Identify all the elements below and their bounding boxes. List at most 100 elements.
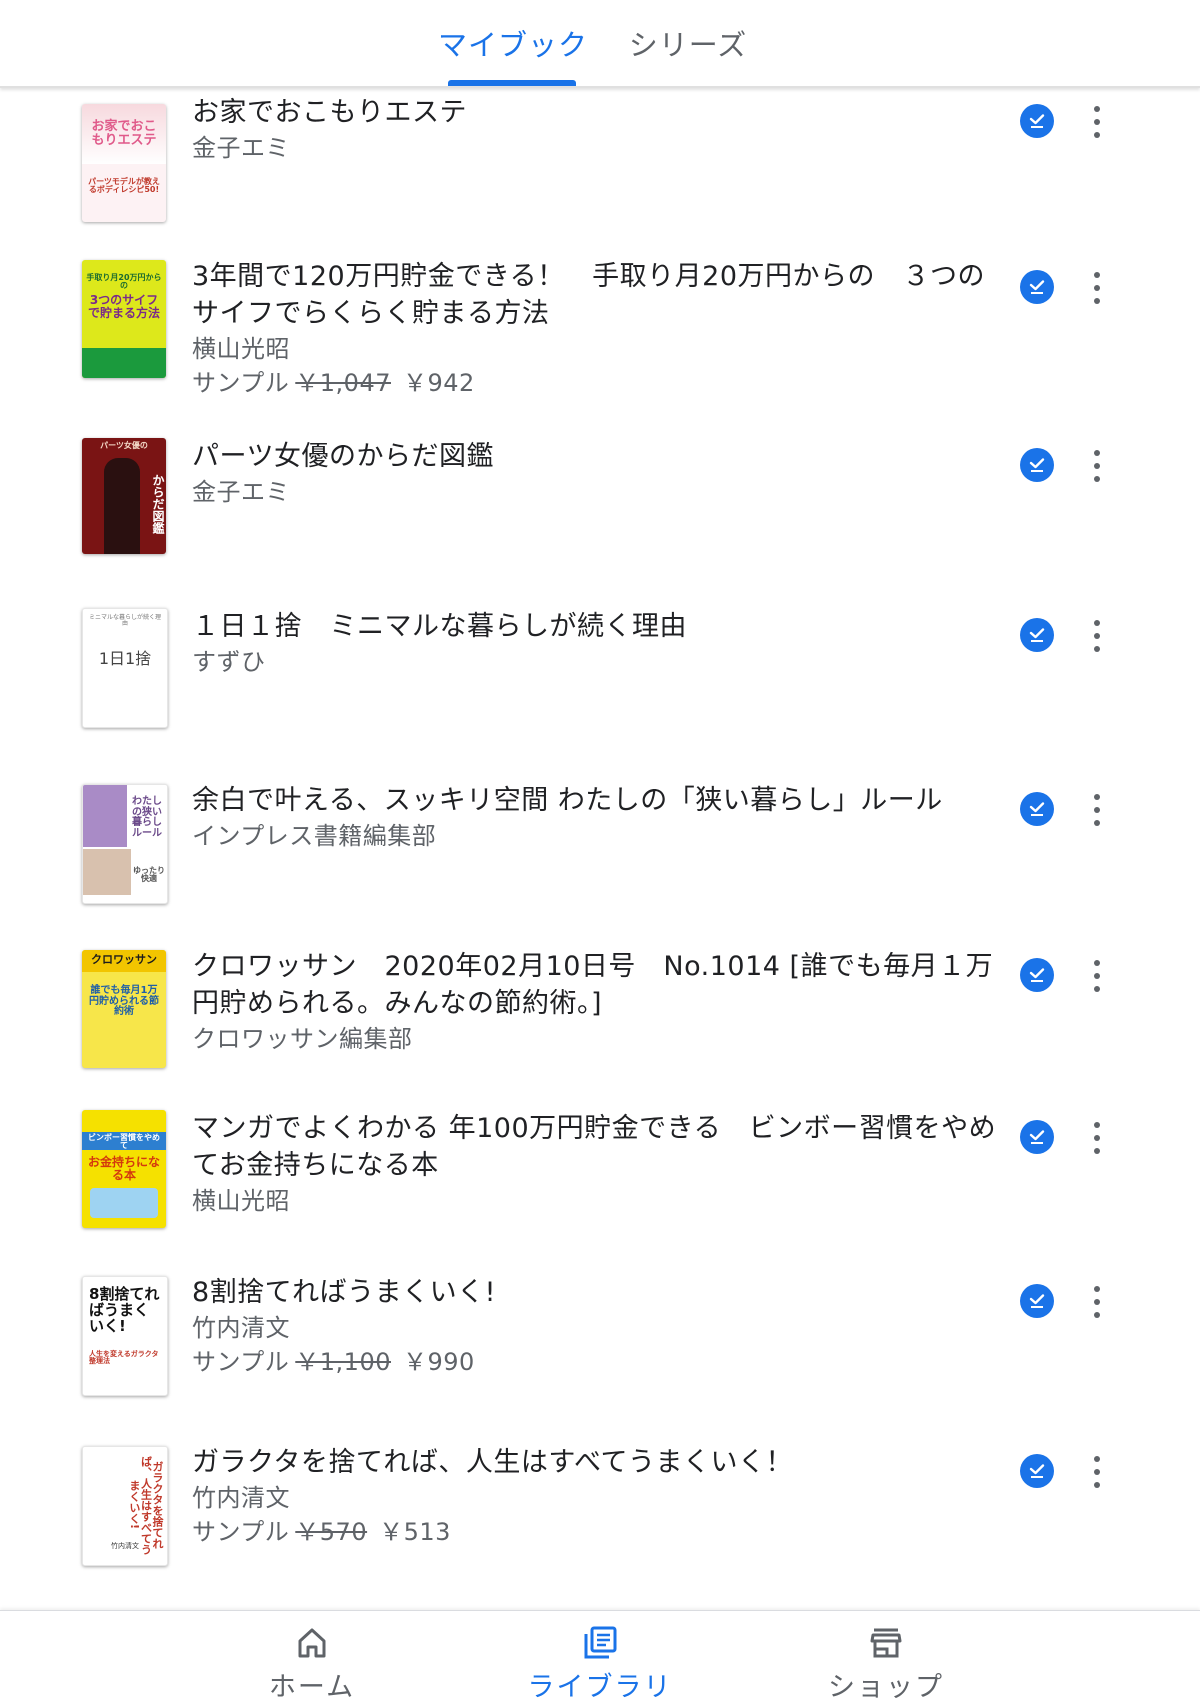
more-options-icon[interactable]: [1082, 446, 1112, 486]
price-row: サンプル ￥1,100 ￥990: [192, 1345, 1012, 1379]
downloaded-check-icon: [1020, 448, 1054, 482]
more-options-icon[interactable]: [1082, 1118, 1112, 1158]
bottom-navigation: ホーム ライブラリ ショップ: [0, 1610, 1200, 1705]
top-tab-bar: マイブック シリーズ: [0, 0, 1200, 88]
sample-label[interactable]: サンプル: [192, 369, 289, 397]
book-cover[interactable]: ミニマルな暮らしが続く理由 1日1捨: [82, 608, 168, 728]
more-options-icon[interactable]: [1082, 956, 1112, 996]
book-title[interactable]: 余白で叶える、スッキリ空間 わたしの「狭い暮らし」ルール: [192, 782, 1012, 819]
more-options-icon[interactable]: [1082, 1282, 1112, 1322]
cover-subtitle: ゆったり快適: [133, 866, 165, 884]
book-meta: 8割捨てればうまくいく! 竹内清文 サンプル ￥1,100 ￥990: [192, 1274, 1012, 1379]
tab-series[interactable]: シリーズ: [620, 0, 756, 86]
cover-title: 1日1捨: [98, 649, 152, 668]
book-cover[interactable]: ビンボー習慣をやめて お金持ちになる本: [82, 1110, 166, 1228]
cover-photo: [83, 849, 131, 895]
book-cover[interactable]: わたしの狭い暮らしルール ゆったり快適: [82, 784, 168, 904]
cover-art: [83, 785, 127, 847]
more-options-icon[interactable]: [1082, 268, 1112, 308]
book-author: すずひ: [192, 648, 266, 676]
more-options-icon[interactable]: [1082, 616, 1112, 656]
book-meta: 余白で叶える、スッキリ空間 わたしの「狭い暮らし」ルール インプレス書籍編集部: [192, 782, 1012, 853]
nav-shop-label: ショップ: [828, 1672, 944, 1703]
cover-title: 8割捨てればうまくいく!: [89, 1285, 160, 1335]
cover-subtitle: パーツモデルが教えるボディレシピ50!: [88, 177, 160, 195]
original-price: ￥1,047: [295, 369, 391, 397]
active-tab-indicator: [448, 80, 576, 86]
book-meta: 3年間で120万円貯金できる！ 手取り月20万円からの ３つのサイフでらくらく貯…: [192, 258, 1012, 400]
nav-home-label: ホーム: [268, 1672, 356, 1703]
storefront-icon: [868, 1625, 904, 1661]
cover-title: お金持ちになる本: [87, 1155, 160, 1182]
cover-subtitle: 誰でも毎月1万円貯められる節約術: [89, 985, 159, 1017]
cover-illustration: [90, 1188, 158, 1218]
nav-home[interactable]: ホーム: [212, 1611, 412, 1705]
sale-price: ￥990: [403, 1348, 475, 1376]
book-meta: マンガでよくわかる 年100万円貯金できる ビンボー習慣をやめてお金持ちになる本…: [192, 1110, 1012, 1218]
downloaded-check-icon: [1020, 618, 1054, 652]
book-author: インプレス書籍編集部: [192, 822, 437, 850]
book-title[interactable]: 8割捨てればうまくいく!: [192, 1274, 1012, 1311]
book-title[interactable]: 3年間で120万円貯金できる！ 手取り月20万円からの ３つのサイフでらくらく貯…: [192, 258, 1012, 332]
book-meta: お家でおこもりエステ 金子エミ: [192, 94, 1012, 165]
book-cover[interactable]: クロワッサン 誰でも毎月1万円貯められる節約術: [82, 950, 166, 1068]
more-options-icon[interactable]: [1082, 790, 1112, 830]
book-title[interactable]: クロワッサン 2020年02月10日号 No.1014 [誰でも毎月１万円貯めら…: [192, 948, 1012, 1022]
original-price: ￥1,100: [295, 1348, 391, 1376]
price-row: サンプル ￥570 ￥513: [192, 1515, 1012, 1549]
book-list[interactable]: お家でおこもりエステ パーツモデルが教えるボディレシピ50! お家でおこもりエス…: [0, 88, 1200, 1610]
cover-subtitle: 竹内清文: [111, 1542, 139, 1550]
book-meta: クロワッサン 2020年02月10日号 No.1014 [誰でも毎月１万円貯めら…: [192, 948, 1012, 1056]
cover-art: [82, 348, 166, 378]
downloaded-check-icon: [1020, 270, 1054, 304]
more-options-icon[interactable]: [1082, 1452, 1112, 1492]
sample-label[interactable]: サンプル: [192, 1518, 289, 1546]
book-author: 竹内清文: [192, 1484, 290, 1512]
cover-title: わたしの狭い暮らしルール: [132, 796, 162, 839]
book-author: 横山光昭: [192, 335, 290, 363]
book-author: 竹内清文: [192, 1314, 290, 1342]
book-meta: １日１捨 ミニマルな暮らしが続く理由 すずひ: [192, 608, 1012, 679]
book-cover[interactable]: ガラクタを捨てれば、人生はすべてうまくいく! 竹内清文: [82, 1446, 168, 1566]
more-options-icon[interactable]: [1082, 102, 1112, 142]
book-meta: ガラクタを捨てれば、人生はすべてうまくいく！ 竹内清文 サンプル ￥570 ￥513: [192, 1444, 1012, 1549]
home-icon: [294, 1625, 330, 1661]
downloaded-check-icon: [1020, 1454, 1054, 1488]
book-cover[interactable]: パーツ女優の からだ図鑑: [82, 438, 166, 554]
downloaded-check-icon: [1020, 104, 1054, 138]
cover-subtitle: パーツ女優の: [100, 441, 148, 450]
book-title[interactable]: パーツ女優のからだ図鑑: [192, 438, 1012, 475]
nav-library[interactable]: ライブラリ: [500, 1611, 700, 1705]
library-books-icon: [582, 1625, 618, 1661]
cover-subtitle: 人生を変えるガラクタ整理法: [89, 1350, 159, 1366]
downloaded-check-icon: [1020, 958, 1054, 992]
nav-shop[interactable]: ショップ: [786, 1611, 986, 1705]
book-meta: パーツ女優のからだ図鑑 金子エミ: [192, 438, 1012, 509]
tab-mybook[interactable]: マイブック: [438, 0, 588, 86]
downloaded-check-icon: [1020, 1284, 1054, 1318]
book-title[interactable]: ガラクタを捨てれば、人生はすべてうまくいく！: [192, 1444, 1012, 1481]
cover-subtitle: ミニマルな暮らしが続く理由: [88, 614, 161, 628]
book-cover[interactable]: 手取り月20万円からの 3つのサイフで貯まる方法: [82, 260, 166, 378]
book-author: 金子エミ: [192, 478, 290, 506]
book-author: 横山光昭: [192, 1187, 290, 1215]
sample-label[interactable]: サンプル: [192, 1348, 289, 1376]
book-title[interactable]: マンガでよくわかる 年100万円貯金できる ビンボー習慣をやめてお金持ちになる本: [192, 1110, 1012, 1184]
cover-title: クロワッサン: [91, 953, 157, 966]
nav-library-label: ライブラリ: [527, 1672, 673, 1703]
book-title[interactable]: お家でおこもりエステ: [192, 94, 1012, 131]
book-cover[interactable]: お家でおこもりエステ パーツモデルが教えるボディレシピ50!: [82, 104, 166, 222]
cover-title: 3つのサイフで貯まる方法: [87, 293, 160, 320]
book-title[interactable]: １日１捨 ミニマルな暮らしが続く理由: [192, 608, 1012, 645]
original-price: ￥570: [295, 1518, 368, 1546]
book-cover[interactable]: 8割捨てればうまくいく! 人生を変えるガラクタ整理法: [82, 1276, 168, 1396]
sale-price: ￥513: [379, 1518, 451, 1546]
cover-title: お家でおこもりエステ: [91, 119, 157, 148]
book-author: 金子エミ: [192, 134, 290, 162]
cover-subtitle: ビンボー習慣をやめて: [88, 1133, 160, 1151]
downloaded-check-icon: [1020, 1120, 1054, 1154]
book-author: クロワッサン編集部: [192, 1025, 413, 1053]
cover-art: [104, 458, 140, 554]
cover-subtitle: 手取り月20万円からの: [86, 273, 162, 291]
cover-title: からだ図鑑: [151, 474, 165, 534]
